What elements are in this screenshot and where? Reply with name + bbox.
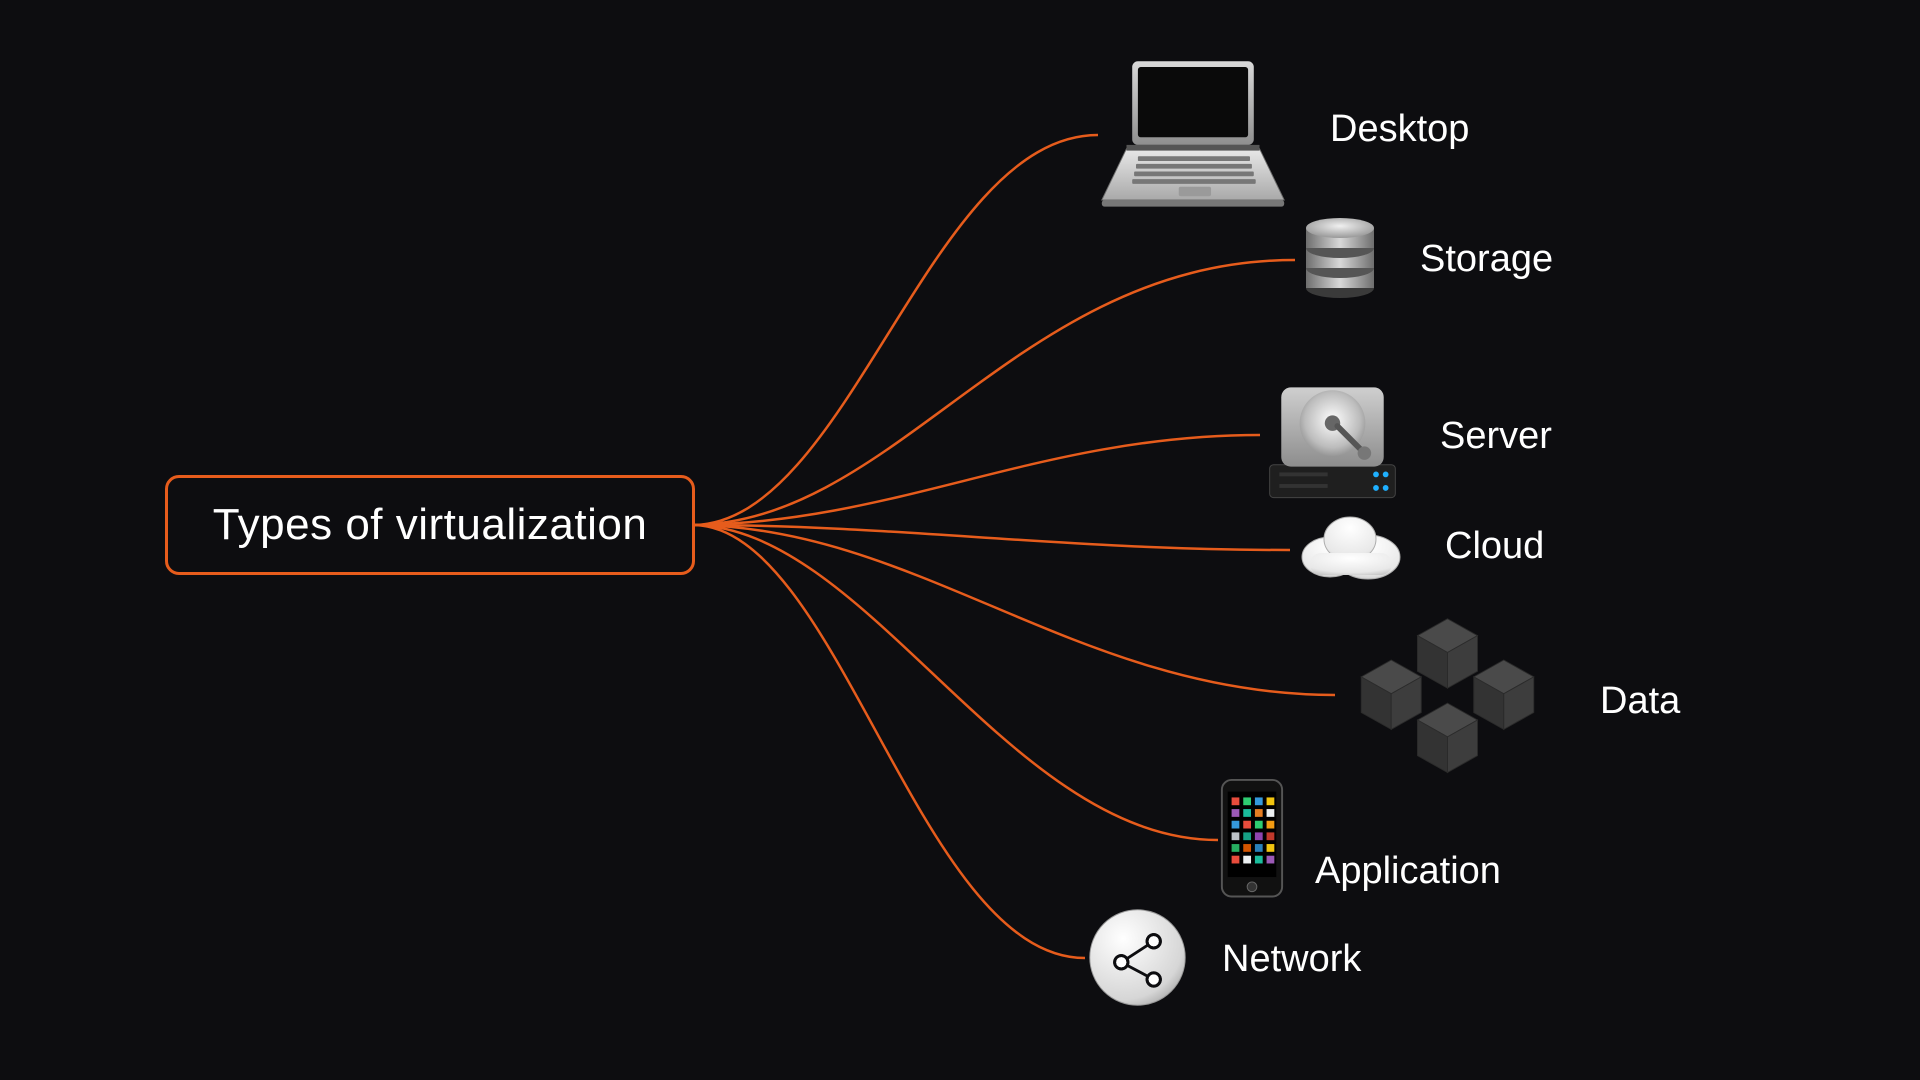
root-label: Types of virtualization xyxy=(213,500,648,550)
diagram-canvas: Types of virtualization xyxy=(0,0,1920,1080)
laptop-icon xyxy=(1098,56,1288,211)
branch-label-data: Data xyxy=(1600,680,1680,723)
branch-label-cloud: Cloud xyxy=(1445,525,1544,568)
branch-label-storage: Storage xyxy=(1420,238,1553,281)
phone-apps-icon xyxy=(1218,778,1286,898)
branch-label-network: Network xyxy=(1222,938,1361,981)
data-cubes-icon xyxy=(1335,615,1560,800)
server-drive-icon xyxy=(1260,370,1405,505)
root-node: Types of virtualization xyxy=(165,475,695,575)
branch-label-desktop: Desktop xyxy=(1330,108,1469,151)
cloud-icon xyxy=(1290,505,1410,585)
branch-label-application: Application xyxy=(1315,850,1501,893)
database-icon xyxy=(1295,210,1385,300)
share-network-icon xyxy=(1085,905,1190,1010)
branch-label-server: Server xyxy=(1440,415,1552,458)
